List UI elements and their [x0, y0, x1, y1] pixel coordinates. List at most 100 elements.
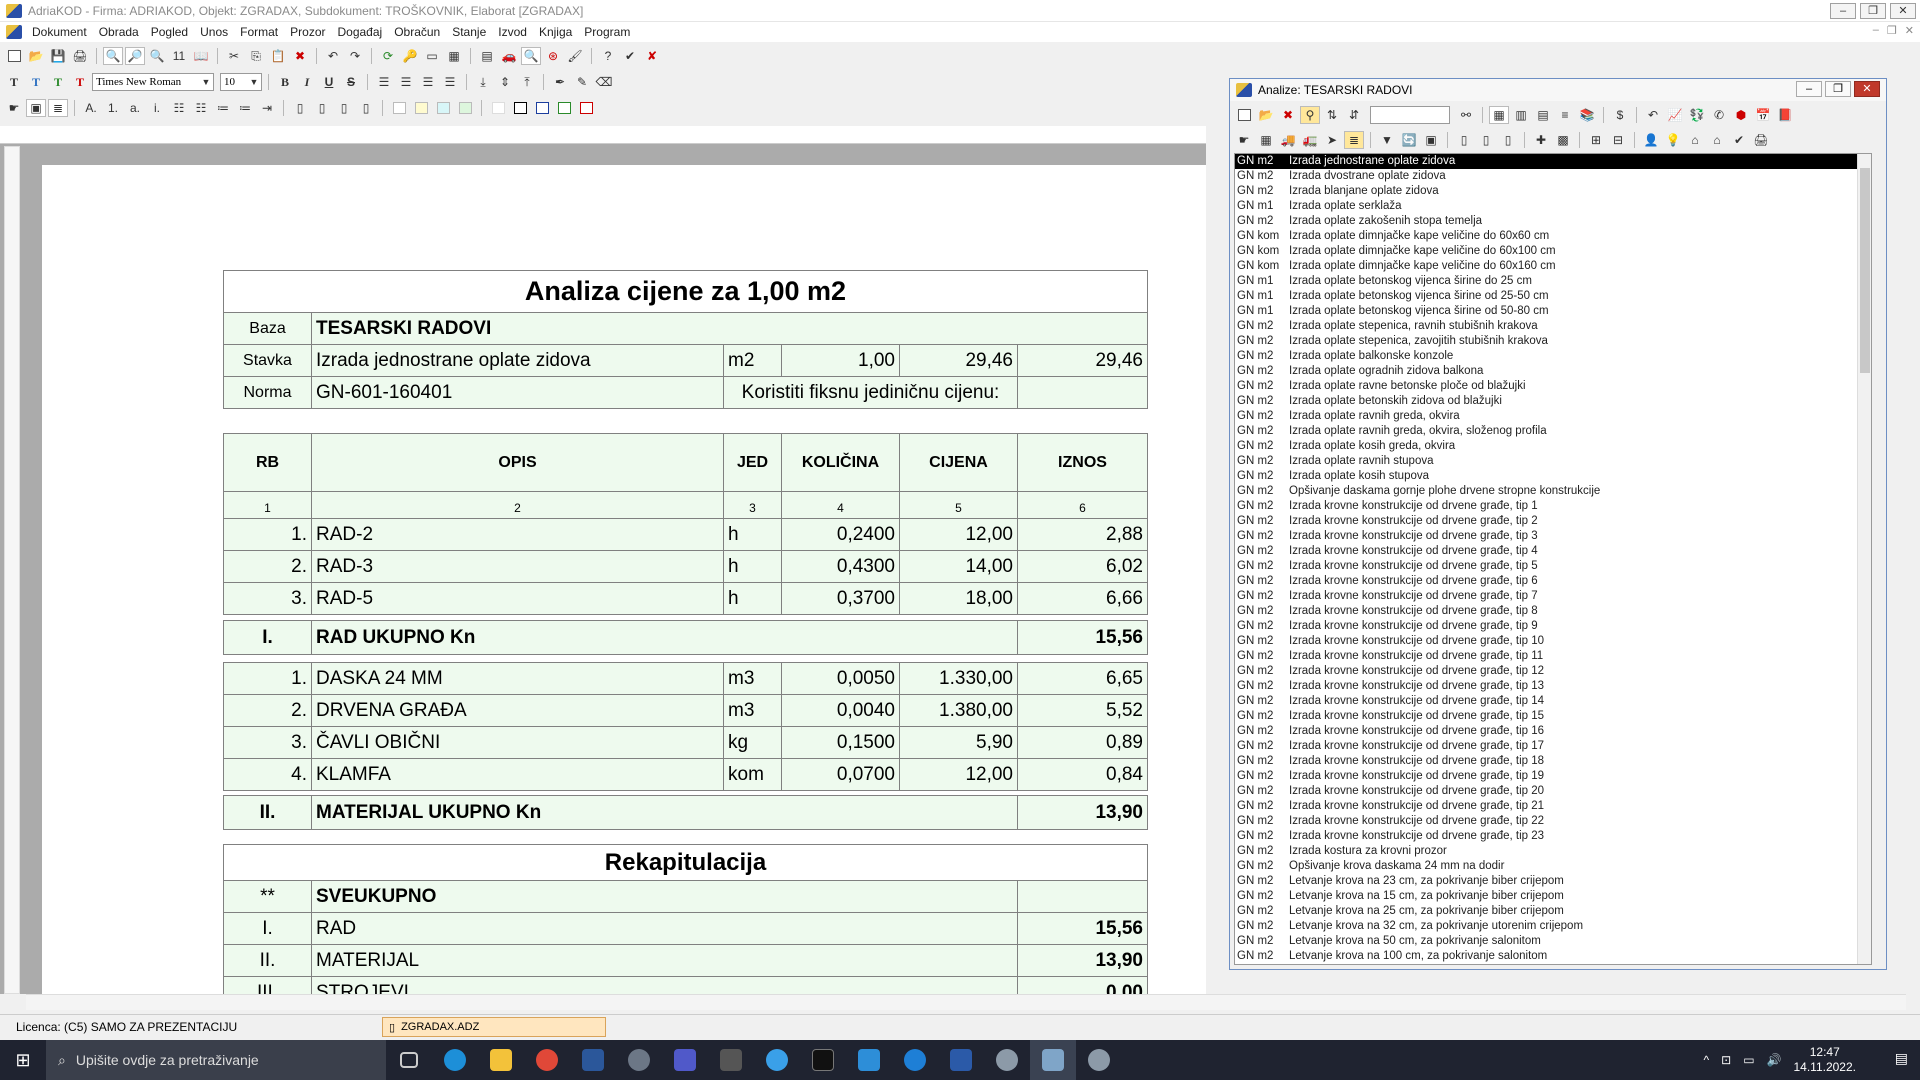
volume-icon[interactable]: 🔊 — [1767, 1053, 1782, 1067]
bullets2-icon[interactable]: ≔ — [235, 99, 255, 117]
list-item[interactable]: GN m2 Izrada krovne konstrukcije od drven… — [1235, 679, 1871, 694]
network-icon[interactable]: ⊡ — [1721, 1053, 1731, 1067]
align-right-icon[interactable]: ☰ — [418, 73, 438, 91]
paste-icon[interactable]: 📋 — [268, 47, 288, 65]
table-row[interactable]: 3. RAD-5 h 0,3700 18,00 6,66 — [223, 582, 1148, 615]
an-list-icon[interactable]: ≣ — [1344, 131, 1364, 149]
analize-title-bar[interactable]: Analize: TESARSKI RADOVI — [1230, 79, 1886, 101]
page1-icon[interactable]: ▯ — [290, 99, 310, 117]
list-item[interactable]: GN m2 Izrada oplate kosih stupova — [1235, 469, 1871, 484]
table-row[interactable]: 4. KLAMFA kom 0,0700 12,00 0,84 — [223, 758, 1148, 791]
pen1-icon[interactable]: ✒ — [550, 73, 570, 91]
app-grey2-icon[interactable] — [1076, 1040, 1122, 1080]
an-book-icon[interactable]: 📕 — [1775, 106, 1795, 124]
list-item[interactable]: GN m2 Letvanje krova na 50 cm, za pokriva… — [1235, 934, 1871, 949]
menu-obracun[interactable]: Obračun — [388, 25, 446, 39]
frame-icon[interactable]: ▣ — [26, 99, 46, 117]
list-item[interactable]: GN m2 Izrada oplate ravnih greda, okvira — [1235, 409, 1871, 424]
list-item[interactable]: GN m2 Izrada oplate stepenica, ravnih stu… — [1235, 319, 1871, 334]
edge-icon[interactable] — [432, 1040, 478, 1080]
redo-icon[interactable]: ↷ — [345, 47, 365, 65]
an-sort-asc-icon[interactable]: ⇅ — [1322, 106, 1342, 124]
table-row[interactable]: 1. RAD-2 h 0,2400 12,00 2,88 — [223, 518, 1148, 551]
page2-icon[interactable]: ▯ — [312, 99, 332, 117]
list-item[interactable]: GN m2 Izrada oplate kosih greda, okvira — [1235, 439, 1871, 454]
form-icon[interactable]: ▤ — [477, 47, 497, 65]
list-item[interactable]: GN m2 Izrada jednostrane oplate zidova — [1235, 154, 1871, 169]
an-hand-icon[interactable]: ☛ — [1234, 131, 1254, 149]
page-preview-icon[interactable]: 🔎 — [125, 47, 145, 65]
list-item[interactable]: GN m2 Izrada krovne konstrukcije od drven… — [1235, 739, 1871, 754]
calculator-icon[interactable] — [708, 1040, 754, 1080]
list-item[interactable]: GN m2 Izrada krovne konstrukcije od drven… — [1235, 514, 1871, 529]
list-item[interactable]: GN m2 Opšivanje daskama gornje plohe drve… — [1235, 484, 1871, 499]
list-item[interactable]: GN m2 Izrada krovne konstrukcije od drven… — [1235, 499, 1871, 514]
an-coin-icon[interactable]: 🔄 — [1399, 131, 1419, 149]
font-size-select[interactable]: 10 ▼ — [220, 73, 262, 91]
list-item[interactable]: GN m2 Izrada krovne konstrukcije od drven… — [1235, 589, 1871, 604]
an-sort-desc-icon[interactable]: ⇵ — [1344, 106, 1364, 124]
an-undo-icon[interactable]: ↶ — [1643, 106, 1663, 124]
list-item[interactable]: GN m2 Izrada oplate ravnih greda, okvira,… — [1235, 424, 1871, 439]
list-item[interactable]: GN m2 Izrada krovne konstrukcije od drven… — [1235, 784, 1871, 799]
justify-icon[interactable]: ☰ — [440, 73, 460, 91]
menu-knjiga[interactable]: Knjiga — [533, 25, 578, 39]
analize-minimize-button[interactable]: – — [1796, 81, 1822, 97]
mdi-minimize-icon[interactable]: – — [1873, 24, 1879, 37]
display-icon[interactable]: ▭ — [1743, 1053, 1754, 1067]
cancel-icon[interactable]: ✘ — [642, 47, 662, 65]
an-plus-icon[interactable]: ✚ — [1531, 131, 1551, 149]
an-books-icon[interactable]: 📚 — [1577, 106, 1597, 124]
left-scrollbar[interactable] — [4, 146, 20, 994]
list-item[interactable]: GN m2 Izrada krovne konstrukcije od drven… — [1235, 649, 1871, 664]
menu-stanje[interactable]: Stanje — [446, 25, 492, 39]
menu-format[interactable]: Format — [234, 25, 284, 39]
shade-cyan-icon[interactable] — [433, 99, 453, 117]
an-house-icon[interactable]: ⌂ — [1685, 131, 1705, 149]
style-t1-icon[interactable]: T — [4, 73, 24, 91]
menu-dokument[interactable]: Dokument — [26, 25, 93, 39]
an-dollar-icon[interactable]: $ — [1610, 106, 1630, 124]
page3-icon[interactable]: ▯ — [334, 99, 354, 117]
book-icon[interactable]: 📖 — [191, 47, 211, 65]
an-arrow-icon[interactable]: ➤ — [1322, 131, 1342, 149]
list-item[interactable]: GN m2 Izrada krovne konstrukcije od drven… — [1235, 754, 1871, 769]
list-item[interactable]: GN kom Izrada oplate dimnjačke kape velič… — [1235, 229, 1871, 244]
delete-icon[interactable]: ✖ — [290, 47, 310, 65]
an-chart-icon[interactable]: 📈 — [1665, 106, 1685, 124]
menu-izvod[interactable]: Izvod — [492, 25, 533, 39]
list-item[interactable]: GN m2 Izrada krovne konstrukcije od drven… — [1235, 619, 1871, 634]
border-blue-icon[interactable] — [532, 99, 552, 117]
italic-icon[interactable]: I — [297, 73, 317, 91]
list-item[interactable]: GN m2 Izrada oplate zakošenih stopa temel… — [1235, 214, 1871, 229]
underline-icon[interactable]: U — [319, 73, 339, 91]
vscode-icon[interactable] — [846, 1040, 892, 1080]
settings-icon[interactable] — [616, 1040, 662, 1080]
list-item[interactable]: GN m2 Izrada oplate ogradnih zidova balko… — [1235, 364, 1871, 379]
bullets-icon[interactable]: ≔ — [213, 99, 233, 117]
list-item[interactable]: GN m1 Izrada oplate betonskog vijenca šir… — [1235, 274, 1871, 289]
eraser-icon[interactable]: ⌫ — [594, 73, 614, 91]
an-doc2-icon[interactable]: ▯ — [1476, 131, 1496, 149]
list-item[interactable]: GN m2 Izrada blanjane oplate zidova — [1235, 184, 1871, 199]
an-tree-icon[interactable]: ⊞ — [1586, 131, 1606, 149]
list-item[interactable]: GN m1 Izrada oplate serklaža — [1235, 199, 1871, 214]
analize-list[interactable]: GN m2 Izrada jednostrane oplate zidova GN … — [1234, 153, 1872, 965]
an-calendar-icon[interactable]: 📅 — [1753, 106, 1773, 124]
an-delete-icon[interactable]: ✖ — [1278, 106, 1298, 124]
style-t2-icon[interactable]: T — [26, 73, 46, 91]
an-print-icon[interactable]: 🖨 — [1751, 131, 1771, 149]
horizontal-scrollbar[interactable] — [26, 994, 1906, 1010]
list-item[interactable]: GN m2 Letvanje krova na 25 cm, za pokriva… — [1235, 904, 1871, 919]
numbering-i-icon[interactable]: i. — [147, 99, 167, 117]
car-icon[interactable]: 🚗 — [499, 47, 519, 65]
help-icon[interactable]: ? — [598, 47, 618, 65]
analize-close-button[interactable]: ✕ — [1854, 81, 1880, 97]
mdi-restore-icon[interactable]: ❐ — [1887, 24, 1897, 37]
menu-obrada[interactable]: Obrada — [93, 25, 145, 39]
list-item[interactable]: GN m2 Izrada krovne konstrukcije od drven… — [1235, 574, 1871, 589]
copy-icon[interactable]: ⎘ — [246, 47, 266, 65]
list-item[interactable]: GN m2 Izrada krovne konstrukcije od drven… — [1235, 604, 1871, 619]
list-item[interactable]: GN m2 Izrada krovne konstrukcije od drven… — [1235, 544, 1871, 559]
save-icon[interactable]: 💾 — [48, 47, 68, 65]
